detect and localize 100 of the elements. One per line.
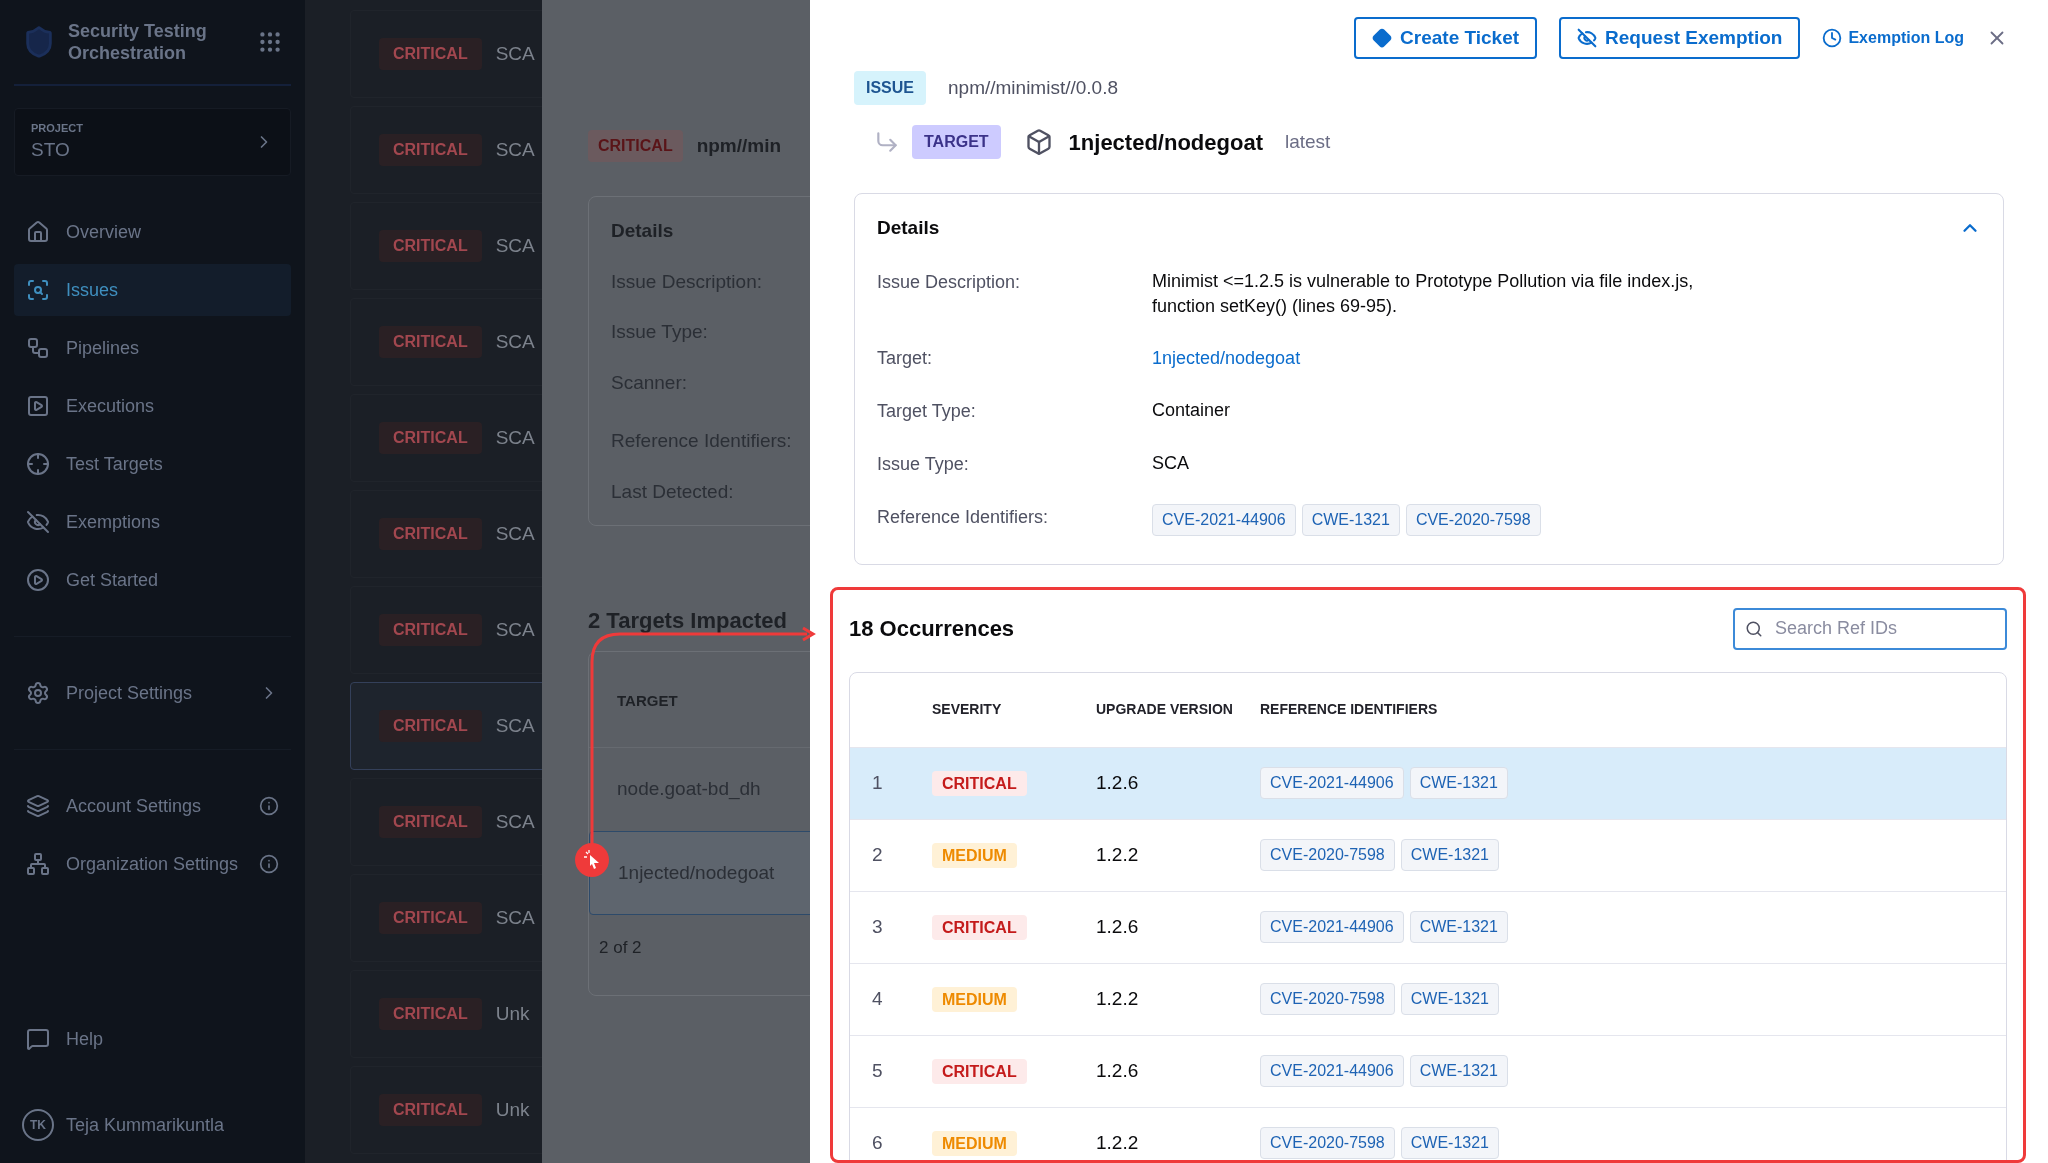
eye-off-icon — [1577, 28, 1598, 48]
action-button[interactable]: Request Exemption — [1559, 17, 1801, 59]
target-badge: TARGET — [912, 125, 1001, 159]
upgrade-version: 1.2.2 — [1096, 1130, 1140, 1155]
search-icon — [26, 278, 50, 302]
severity-badge: CRITICAL — [379, 326, 482, 358]
severity-badge: CRITICAL — [379, 518, 482, 550]
severity-badge: CRITICAL — [379, 806, 482, 838]
pagination-text: 2 of 2 — [598, 937, 643, 959]
severity-badge: CRITICAL — [379, 902, 482, 934]
corner-arrow-icon — [874, 129, 900, 155]
ref-id-tag[interactable]: CWE-1321 — [1409, 911, 1508, 943]
severity-badge: CRITICAL — [379, 422, 482, 454]
project-label: PROJECT — [31, 120, 83, 136]
field-value: SCA — [1152, 451, 1190, 475]
nav-item[interactable]: Organization Settings — [14, 838, 291, 890]
nav-item[interactable]: Issues — [14, 264, 291, 316]
action-button[interactable]: Create Ticket — [1354, 17, 1538, 59]
circle-play-icon — [26, 568, 50, 592]
issue-type: SCA — [495, 617, 535, 642]
ref-id-tag[interactable]: CWE-1321 — [1400, 983, 1499, 1015]
apps-grid-icon[interactable] — [257, 29, 283, 55]
ref-id-tag[interactable]: CVE-2021-44906 — [1152, 503, 1296, 536]
column-header: UPGRADE VERSION — [1096, 700, 1234, 719]
occurrence-row[interactable]: 6 MEDIUM 1.2.2 CVE-2020-7598 CWE-1321 — [850, 1106, 2006, 1160]
nav-item[interactable]: Overview — [14, 206, 291, 258]
app-title: Security Testing Orchestration — [68, 20, 208, 64]
section-title: 2 Targets Impacted — [588, 607, 788, 635]
severity-badge: MEDIUM — [932, 842, 1017, 868]
field-label: Target: — [877, 346, 934, 370]
nav-item[interactable]: Get Started — [14, 554, 291, 606]
field-label: Target Type: — [877, 399, 977, 423]
target-name: 1njected/nodegoat — [1068, 128, 1263, 157]
row-index: 1 — [871, 770, 884, 795]
issue-badge: ISSUE — [854, 71, 926, 105]
nav-item[interactable]: Account Settings — [14, 780, 291, 832]
ref-id-tag[interactable]: CWE-1321 — [1400, 1127, 1499, 1159]
ref-id-tag[interactable]: CVE-2020-7598 — [1260, 1127, 1395, 1159]
search-field[interactable]: Search Ref IDs — [1733, 607, 2007, 650]
issue-type: SCA — [495, 905, 535, 930]
project-selector[interactable]: PROJECT STO — [14, 108, 291, 176]
ref-id-tag[interactable]: CVE-2021-44906 — [1260, 1055, 1404, 1087]
issue-type: SCA — [495, 809, 535, 834]
ref-id-tag[interactable]: CVE-2021-44906 — [1260, 767, 1404, 799]
ref-id-tag[interactable]: CWE-1321 — [1301, 503, 1400, 536]
nav-item[interactable]: Test Targets — [14, 438, 291, 490]
ref-id-tag[interactable]: CWE-1321 — [1400, 839, 1499, 871]
severity-badge: CRITICAL — [379, 38, 482, 70]
severity-badge: CRITICAL — [379, 710, 482, 742]
play-icon — [26, 394, 50, 418]
nav-item[interactable]: Exemptions — [14, 496, 291, 548]
issue-type: SCA — [495, 41, 535, 66]
gear-icon — [26, 681, 50, 705]
cursor-icon — [575, 843, 609, 877]
issue-name: npm//minimist//0.0.8 — [948, 75, 1118, 100]
details-title: Details — [877, 216, 940, 240]
field-label: Reference Identifiers: — [877, 505, 1050, 529]
clock-icon — [1822, 28, 1843, 48]
ref-id-tag[interactable]: CVE-2021-44906 — [1260, 911, 1404, 943]
issue-type: SCA — [495, 329, 535, 354]
severity-badge: CRITICAL — [932, 770, 1027, 796]
upgrade-version: 1.2.6 — [1096, 1058, 1140, 1083]
upgrade-version: 1.2.6 — [1096, 914, 1140, 939]
severity-badge: MEDIUM — [932, 1130, 1017, 1156]
crosshair-icon — [26, 452, 50, 476]
severity-badge: CRITICAL — [588, 130, 683, 162]
ref-id-tag[interactable]: CVE-2020-7598 — [1260, 983, 1395, 1015]
issue-row[interactable]: CRITICAL SCA — [350, 682, 542, 770]
ref-id-tag[interactable]: CWE-1321 — [1409, 767, 1508, 799]
nav-item[interactable]: Pipelines — [14, 322, 291, 374]
user-avatar[interactable]: TK — [22, 1109, 54, 1141]
row-index: 6 — [871, 1130, 884, 1155]
ref-id-tag[interactable]: CVE-2020-7598 — [1260, 839, 1395, 871]
field-label: Issue Type: — [877, 452, 970, 476]
flow-icon — [26, 336, 50, 360]
nav-item[interactable]: Project Settings — [14, 667, 291, 719]
row-index: 5 — [871, 1058, 884, 1083]
column-header: REFERENCE IDENTIFIERS — [1260, 700, 1438, 719]
severity-badge: CRITICAL — [379, 230, 482, 262]
occurrence-row[interactable]: 1 CRITICAL 1.2.6 CVE-2021-44906 CWE-1321 — [850, 746, 2006, 819]
nav-item[interactable]: Help — [14, 1013, 291, 1065]
upgrade-version: 1.2.6 — [1096, 770, 1140, 795]
issue-type: SCA — [495, 233, 535, 258]
field-value: Container — [1152, 398, 1232, 422]
issue-title: npm//min — [696, 133, 782, 158]
severity-badge: CRITICAL — [932, 1058, 1027, 1084]
ref-id-tag[interactable]: CWE-1321 — [1409, 1055, 1508, 1087]
details-title: Details — [611, 219, 675, 243]
field-label: Issue Description: — [877, 270, 1022, 294]
ref-id-tag[interactable]: CVE-2020-7598 — [1405, 503, 1541, 536]
layers-icon — [26, 794, 50, 818]
issue-type: SCA — [495, 137, 535, 162]
diamond-icon — [1372, 28, 1393, 48]
issue-type: Unk — [495, 1097, 530, 1122]
nav-item[interactable]: Executions — [14, 380, 291, 432]
severity-badge: CRITICAL — [379, 998, 482, 1030]
exemption-log-link[interactable]: Exemption Log — [1822, 26, 1964, 50]
target-link[interactable]: 1njected/nodegoat — [1152, 344, 1301, 372]
issue-type: Unk — [495, 1001, 530, 1026]
search-icon — [1745, 619, 1763, 638]
